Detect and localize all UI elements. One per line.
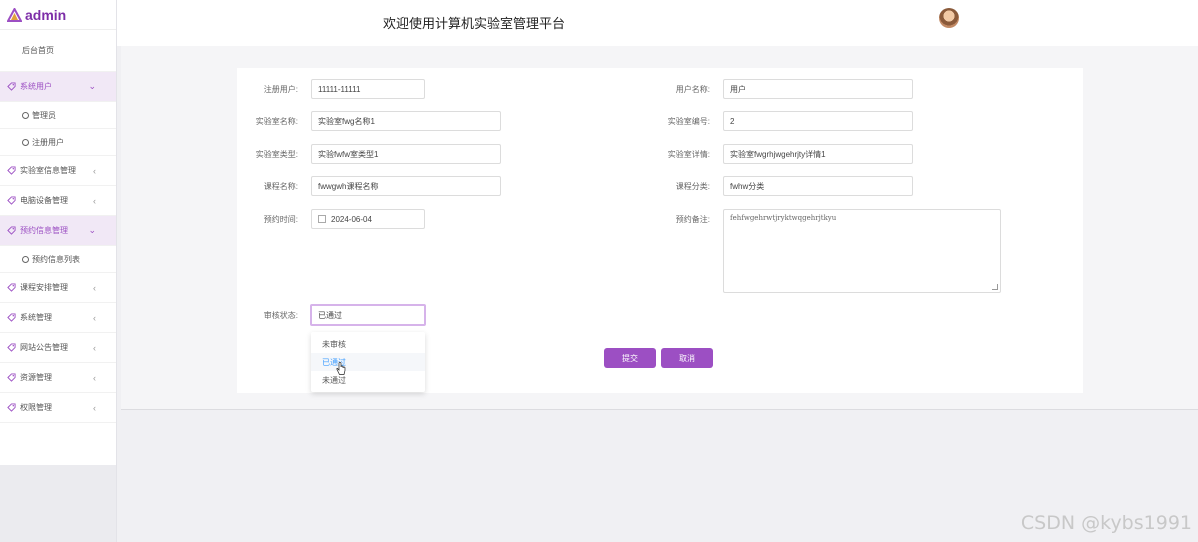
hand-cursor-icon	[336, 362, 346, 375]
lab-name-field[interactable]: 实验室fwg名称1	[311, 111, 501, 131]
sidebar-item-permissions[interactable]: 权限管理 ‹	[0, 393, 116, 423]
sidebar-item-label: 课程安排管理	[20, 283, 68, 292]
sidebar-subitem-registered-users[interactable]: 注册用户	[0, 129, 116, 156]
dropdown-option-approved[interactable]: 已通过	[311, 353, 425, 371]
sidebar-item-label: 网站公告管理	[20, 343, 68, 352]
sidebar-item-label: 预约信息管理	[20, 226, 68, 235]
lab-detail-label: 实验室详情:	[667, 150, 710, 159]
chevron-left-icon: ‹	[93, 312, 96, 323]
tag-icon	[7, 283, 16, 292]
sidebar-item-label: 系统管理	[20, 313, 52, 322]
sidebar-item-resources[interactable]: 资源管理 ‹	[0, 363, 116, 393]
lab-type-label: 实验室类型:	[255, 150, 298, 159]
sidebar-item-label: 系统用户	[20, 82, 52, 91]
sidebar: admin 后台首页 系统用户 ⌄ 管理员 注册用户 实验室信息管理 ‹ 电脑设…	[0, 0, 117, 542]
booking-note-label: 预约备注:	[675, 215, 710, 224]
logo-triangle-icon	[7, 7, 22, 22]
sidebar-item-lab-info[interactable]: 实验室信息管理 ‹	[0, 156, 116, 186]
dropdown-option-rejected[interactable]: 未通过	[311, 371, 425, 389]
tag-icon	[7, 166, 16, 175]
chevron-left-icon: ‹	[93, 195, 96, 206]
sidebar-item-booking[interactable]: 预约信息管理 ⌄	[0, 216, 116, 246]
lab-no-label: 实验室编号:	[667, 117, 710, 126]
calendar-icon	[318, 215, 326, 223]
chevron-left-icon: ‹	[93, 282, 96, 293]
booking-note-textarea[interactable]: fehfwgehrwtjryktwqgehrjtkyu	[723, 209, 1001, 293]
booking-time-label: 预约时间:	[263, 215, 298, 224]
chevron-down-icon: ⌄	[88, 225, 96, 235]
sidebar-item-label: 权限管理	[20, 403, 52, 412]
register-user-label: 注册用户:	[263, 85, 298, 94]
chevron-down-icon: ⌄	[88, 81, 96, 91]
tag-icon	[7, 343, 16, 352]
sidebar-subitem-admin[interactable]: 管理员	[0, 102, 116, 129]
audit-status-dropdown: 未审核 已通过 未通过	[311, 332, 425, 392]
submit-button[interactable]: 提交	[604, 348, 656, 368]
logo-text: admin	[25, 6, 67, 23]
top-header: 欢迎使用计算机实验室管理平台	[117, 0, 1198, 46]
circle-icon	[22, 138, 29, 146]
sidebar-item-system-users[interactable]: 系统用户 ⌄	[0, 72, 116, 102]
tag-icon	[7, 82, 16, 91]
lab-name-label: 实验室名称:	[255, 117, 298, 126]
booking-time-field[interactable]: 2024-06-04	[311, 209, 425, 229]
sidebar-item-label: 注册用户	[32, 137, 64, 147]
sidebar-item-label: 管理员	[32, 110, 56, 120]
audit-status-select[interactable]: 已通过	[310, 304, 426, 326]
chevron-left-icon: ‹	[93, 402, 96, 413]
course-category-label: 课程分类:	[675, 182, 710, 191]
watermark: CSDN @kybs1991	[1020, 512, 1192, 534]
sidebar-subitem-booking-list[interactable]: 预约信息列表	[0, 246, 116, 273]
sidebar-item-home[interactable]: 后台首页	[0, 30, 116, 72]
booking-time-value: 2024-06-04	[331, 214, 372, 224]
tag-icon	[7, 373, 16, 382]
chevron-left-icon: ‹	[93, 372, 96, 383]
lab-no-field[interactable]: 2	[723, 111, 913, 131]
circle-icon	[22, 111, 29, 119]
sidebar-item-label: 预约信息列表	[32, 254, 80, 264]
course-name-label: 课程名称:	[263, 182, 298, 191]
course-name-field[interactable]: fwwgwh课程名称	[311, 176, 501, 196]
audit-status-label: 审核状态:	[263, 311, 298, 320]
chevron-left-icon: ‹	[93, 165, 96, 176]
dropdown-option-pending[interactable]: 未审核	[311, 335, 425, 353]
tag-icon	[7, 196, 16, 205]
sidebar-item-course[interactable]: 课程安排管理 ‹	[0, 273, 116, 303]
avatar[interactable]	[939, 8, 959, 28]
tag-icon	[7, 226, 16, 235]
tag-icon	[7, 313, 16, 322]
user-name-field[interactable]: 用户	[723, 79, 913, 99]
sidebar-item-notice[interactable]: 网站公告管理 ‹	[0, 333, 116, 363]
sidebar-item-system[interactable]: 系统管理 ‹	[0, 303, 116, 333]
tag-icon	[7, 403, 16, 412]
lab-type-field[interactable]: 实验fwfw室类型1	[311, 144, 501, 164]
sidebar-item-label: 实验室信息管理	[20, 166, 76, 175]
circle-icon	[22, 255, 29, 263]
resize-handle-icon[interactable]	[992, 284, 998, 290]
sidebar-item-label: 电脑设备管理	[20, 196, 68, 205]
register-user-field[interactable]: 11111-11111	[311, 79, 425, 99]
sidebar-item-pc-devices[interactable]: 电脑设备管理 ‹	[0, 186, 116, 216]
lab-detail-field[interactable]: 实验室fwgrhjwgehrjty详情1	[723, 144, 913, 164]
page-title: 欢迎使用计算机实验室管理平台	[383, 16, 566, 31]
course-category-field[interactable]: fwhw分类	[723, 176, 913, 196]
sidebar-item-label: 后台首页	[22, 46, 54, 55]
user-name-label: 用户名称:	[675, 85, 710, 94]
cancel-button[interactable]: 取消	[661, 348, 713, 368]
sidebar-item-label: 资源管理	[20, 373, 52, 382]
logo[interactable]: admin	[0, 0, 116, 30]
booking-note-value: fehfwgehrwtjryktwqgehrjtkyu	[730, 214, 837, 222]
chevron-left-icon: ‹	[93, 342, 96, 353]
